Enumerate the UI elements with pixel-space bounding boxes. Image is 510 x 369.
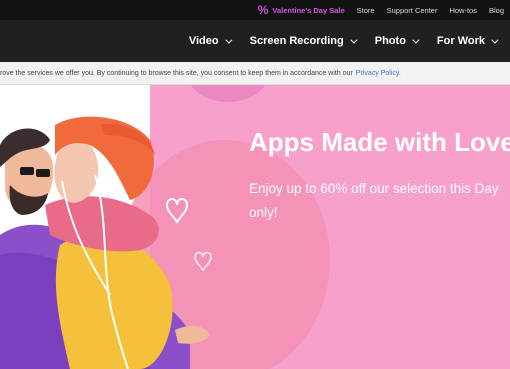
nav-item-label: For Work: [436, 35, 485, 47]
hero-banner[interactable]: Apps Made with Love Enjoy up to 60% off …: [0, 85, 510, 369]
how-tos-link[interactable]: How-tos: [449, 6, 477, 15]
blog-link[interactable]: Blog: [489, 6, 504, 15]
sale-label: Valentine's Day Sale: [272, 5, 345, 15]
store-link[interactable]: Store: [357, 6, 375, 15]
nav-item-label: Photo: [374, 35, 406, 47]
nav-item-label: Screen Recording: [249, 35, 344, 47]
percent-icon: %: [257, 3, 269, 17]
cookie-text: rove the services we offer you. By conti…: [0, 69, 353, 77]
chevron-down-icon: [412, 36, 420, 44]
nav-item-screen-recording[interactable]: Screen Recording: [249, 35, 358, 47]
hero-title: Apps Made with Love: [249, 127, 510, 157]
support-center-link[interactable]: Support Center: [387, 6, 438, 15]
top-utility-bar: % Valentine's Day Sale Store Support Cen…: [0, 0, 510, 20]
nav-item-photo[interactable]: Photo: [374, 35, 420, 47]
privacy-policy-link[interactable]: Privacy Policy.: [356, 70, 401, 77]
cookie-notice: rove the services we offer you. By conti…: [0, 62, 510, 85]
hero-subtitle: Enjoy up to 60% off our selection this D…: [249, 181, 499, 220]
nav-item-video[interactable]: Video: [188, 35, 233, 47]
nav-item-for-work[interactable]: For Work: [436, 35, 499, 47]
valentines-sale-link[interactable]: % Valentine's Day Sale: [258, 4, 345, 16]
chevron-down-icon: [224, 36, 233, 44]
nav-item-label: Video: [188, 35, 219, 47]
chevron-down-icon: [350, 36, 358, 44]
main-navigation: Video Screen Recording Photo For Work: [0, 20, 510, 62]
couple-illustration: [0, 116, 212, 369]
chevron-down-icon: [491, 36, 499, 44]
